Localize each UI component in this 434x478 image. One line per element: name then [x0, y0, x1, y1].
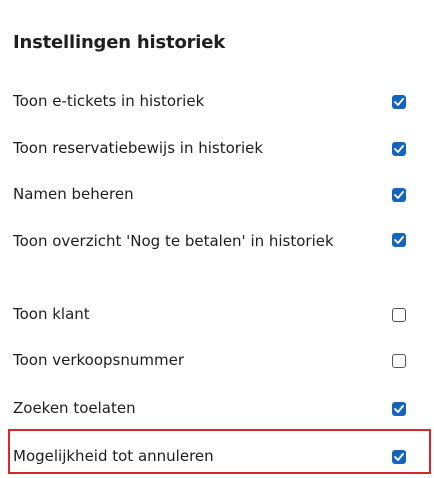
- setting-row-namen-beheren[interactable]: Namen beheren: [8, 179, 431, 209]
- checkbox-checked-icon[interactable]: [392, 188, 406, 202]
- setting-label: Toon e-tickets in historiek: [13, 92, 205, 110]
- checkbox-checked-icon[interactable]: [392, 95, 406, 109]
- checkbox-unchecked-icon[interactable]: [392, 354, 406, 368]
- checkbox-unchecked-icon[interactable]: [392, 308, 406, 322]
- setting-row-zoeken-toelaten[interactable]: Zoeken toelaten: [8, 393, 431, 423]
- checkbox-checked-icon[interactable]: [392, 142, 406, 156]
- setting-label: Toon klant: [13, 305, 90, 323]
- setting-label: Toon reservatiebewijs in historiek: [13, 139, 264, 157]
- checkbox-checked-icon[interactable]: [392, 233, 406, 247]
- setting-label: Namen beheren: [13, 185, 134, 203]
- setting-row-e-tickets[interactable]: Toon e-tickets in historiek: [8, 86, 431, 116]
- setting-row-nog-te-betalen[interactable]: Toon overzicht 'Nog te betalen' in histo…: [8, 226, 431, 282]
- setting-row-annuleren[interactable]: Mogelijkheid tot annuleren: [8, 441, 431, 471]
- setting-label: Zoeken toelaten: [13, 399, 136, 417]
- settings-history-panel: Instellingen historiek Toon e-tickets in…: [0, 0, 434, 478]
- setting-label: Mogelijkheid tot annuleren: [13, 447, 214, 465]
- setting-row-verkoopsnummer[interactable]: Toon verkoopsnummer: [8, 345, 431, 375]
- setting-row-reservatiebewijs[interactable]: Toon reservatiebewijs in historiek: [8, 133, 431, 163]
- setting-label: Toon overzicht 'Nog te betalen' in histo…: [13, 232, 334, 250]
- checkbox-checked-icon[interactable]: [392, 402, 406, 416]
- setting-row-toon-klant[interactable]: Toon klant: [8, 299, 431, 329]
- setting-label: Toon verkoopsnummer: [13, 351, 184, 369]
- checkbox-checked-icon[interactable]: [392, 450, 406, 464]
- section-title: Instellingen historiek: [13, 32, 226, 53]
